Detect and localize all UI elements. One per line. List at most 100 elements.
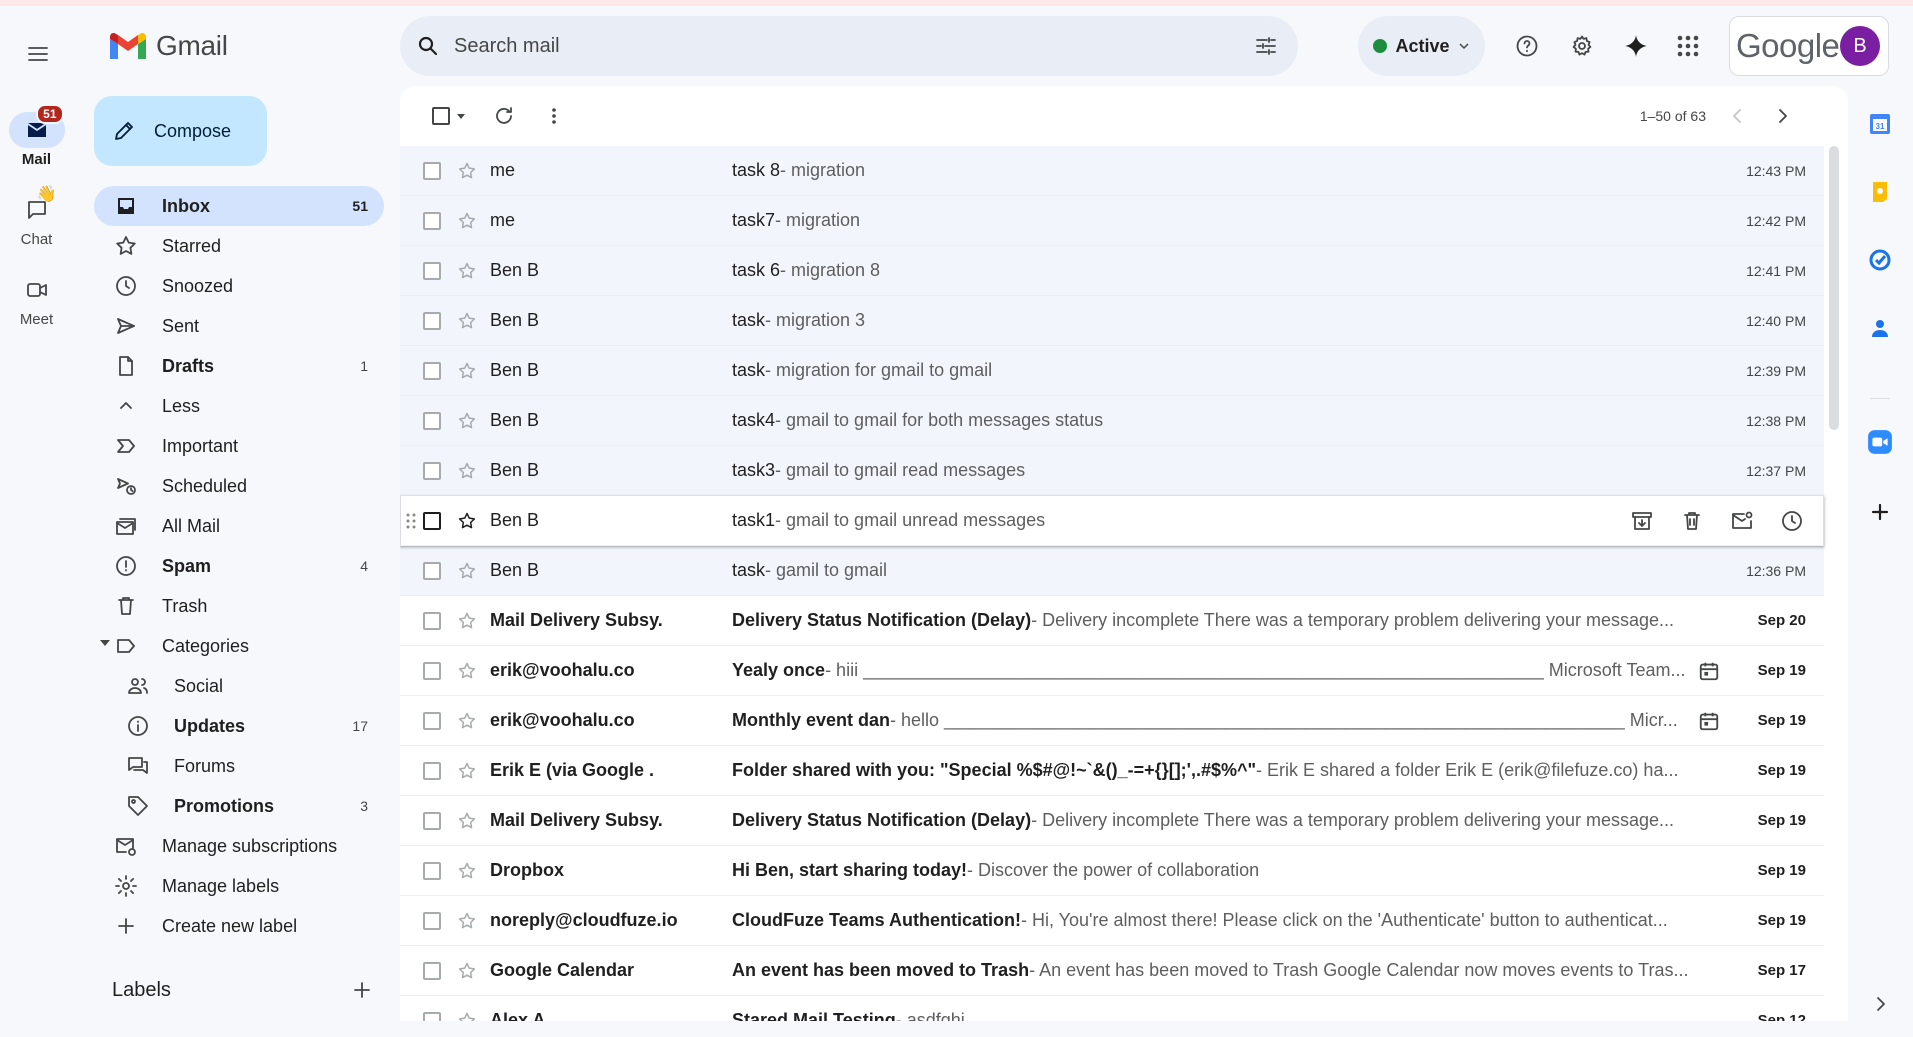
- star-toggle[interactable]: [452, 951, 482, 991]
- email-row[interactable]: noreply@cloudfuze.io CloudFuze Teams Auth…: [400, 896, 1824, 946]
- email-row[interactable]: Ben B task1 - gmail to gmail unread messa…: [400, 496, 1824, 546]
- nav-item-snoozed[interactable]: Snoozed: [94, 266, 384, 306]
- rail-mail[interactable]: 51 Mail: [0, 104, 73, 168]
- star-toggle[interactable]: [452, 201, 482, 241]
- delete-button[interactable]: [1672, 501, 1712, 541]
- star-toggle[interactable]: [452, 651, 482, 691]
- get-addons-button[interactable]: [1856, 488, 1904, 536]
- settings-button[interactable]: [1562, 26, 1602, 66]
- refresh-button[interactable]: [484, 96, 524, 136]
- nav-item-sent[interactable]: Sent: [94, 306, 384, 346]
- search-options-icon[interactable]: [1254, 34, 1278, 58]
- support-button[interactable]: [1507, 26, 1547, 66]
- star-toggle[interactable]: [452, 351, 482, 391]
- star-toggle[interactable]: [452, 851, 482, 891]
- nav-item-starred[interactable]: Starred: [94, 226, 384, 266]
- star-toggle[interactable]: [452, 751, 482, 791]
- email-row[interactable]: Alex A Stared Mail Testing - asdfghj Sep 1…: [400, 996, 1824, 1021]
- email-row[interactable]: me task 8 - migration 12:43 PM: [400, 146, 1824, 196]
- nav-item-forums[interactable]: Forums: [94, 746, 384, 786]
- star-toggle[interactable]: [452, 1001, 482, 1021]
- row-checkbox[interactable]: [412, 301, 452, 341]
- gmail-logo[interactable]: Gmail: [108, 30, 228, 62]
- star-toggle[interactable]: [452, 601, 482, 641]
- nav-item-less[interactable]: Less: [94, 386, 384, 426]
- hide-side-panel-button[interactable]: [1856, 980, 1904, 1028]
- nav-item-inbox[interactable]: Inbox 51: [94, 186, 384, 226]
- row-checkbox[interactable]: [412, 351, 452, 391]
- scrollbar[interactable]: [1828, 146, 1840, 1021]
- row-checkbox[interactable]: [412, 701, 452, 741]
- search-input[interactable]: [454, 34, 1254, 58]
- nav-item-social[interactable]: Social: [94, 666, 384, 706]
- more-options-button[interactable]: [534, 96, 574, 136]
- nav-item-trash[interactable]: Trash: [94, 586, 384, 626]
- gemini-button[interactable]: [1616, 26, 1656, 66]
- chevron-right-icon[interactable]: [1770, 104, 1794, 128]
- nav-item-all-mail[interactable]: All Mail: [94, 506, 384, 546]
- row-checkbox[interactable]: [412, 451, 452, 491]
- email-row[interactable]: Ben B task - gamil to gmail 12:36 PM: [400, 546, 1824, 596]
- nav-item-spam[interactable]: Spam 4: [94, 546, 384, 586]
- nav-item-manage-subscriptions[interactable]: Manage subscriptions: [94, 826, 384, 866]
- drag-handle-icon[interactable]: [406, 513, 416, 529]
- row-checkbox[interactable]: [412, 251, 452, 291]
- row-checkbox[interactable]: [412, 651, 452, 691]
- main-menu-button[interactable]: [18, 34, 58, 74]
- star-toggle[interactable]: [452, 551, 482, 591]
- star-toggle[interactable]: [452, 701, 482, 741]
- snooze-button[interactable]: [1772, 501, 1812, 541]
- rail-chat[interactable]: 👋 Chat: [0, 186, 73, 248]
- star-toggle[interactable]: [452, 451, 482, 491]
- row-checkbox[interactable]: [412, 901, 452, 941]
- star-toggle[interactable]: [452, 151, 482, 191]
- email-row[interactable]: Mail Delivery Subsy. Delivery Status Noti…: [400, 596, 1824, 646]
- calendar-invite-button[interactable]: [1694, 660, 1724, 682]
- email-row[interactable]: me task7 - migration 12:42 PM: [400, 196, 1824, 246]
- keep-app-button[interactable]: [1856, 168, 1904, 216]
- star-toggle[interactable]: [452, 401, 482, 441]
- row-checkbox[interactable]: [412, 201, 452, 241]
- email-row[interactable]: erik@voohalu.co Monthly event dan - hello…: [400, 696, 1824, 746]
- row-checkbox[interactable]: [412, 151, 452, 191]
- row-checkbox[interactable]: [412, 1001, 452, 1021]
- calendar-invite-button[interactable]: [1694, 710, 1724, 732]
- select-all-checkbox[interactable]: [422, 96, 476, 136]
- compose-button[interactable]: Compose: [94, 96, 267, 166]
- add-label-button[interactable]: [350, 978, 374, 1002]
- mark-unread-button[interactable]: [1722, 501, 1762, 541]
- email-row[interactable]: Mail Delivery Subsy. Delivery Status Noti…: [400, 796, 1824, 846]
- email-row[interactable]: Erik E (via Google . Folder shared with y…: [400, 746, 1824, 796]
- email-row[interactable]: Dropbox Hi Ben, start sharing today! - Di…: [400, 846, 1824, 896]
- row-checkbox[interactable]: [412, 401, 452, 441]
- archive-button[interactable]: [1622, 501, 1662, 541]
- nav-item-categories[interactable]: Categories: [94, 626, 384, 666]
- email-row[interactable]: Ben B task 6 - migration 8 12:41 PM: [400, 246, 1824, 296]
- zoom-app-button[interactable]: [1856, 418, 1904, 466]
- tasks-app-button[interactable]: [1856, 236, 1904, 284]
- nav-item-create-label[interactable]: Create new label: [94, 906, 384, 946]
- calendar-app-button[interactable]: 31: [1856, 100, 1904, 148]
- star-toggle[interactable]: [452, 251, 482, 291]
- scrollbar-thumb[interactable]: [1829, 146, 1839, 430]
- row-checkbox[interactable]: [412, 801, 452, 841]
- chevron-left-icon[interactable]: [1726, 104, 1750, 128]
- status-dropdown[interactable]: Active: [1358, 16, 1485, 76]
- nav-item-scheduled[interactable]: Scheduled: [94, 466, 384, 506]
- star-toggle[interactable]: [452, 901, 482, 941]
- row-checkbox[interactable]: [412, 501, 452, 541]
- star-toggle[interactable]: [452, 501, 482, 541]
- star-toggle[interactable]: [452, 801, 482, 841]
- nav-item-updates[interactable]: Updates 17: [94, 706, 384, 746]
- row-checkbox[interactable]: [412, 751, 452, 791]
- email-row[interactable]: Ben B task - migration 3 12:40 PM: [400, 296, 1824, 346]
- email-row[interactable]: Ben B task3 - gmail to gmail read message…: [400, 446, 1824, 496]
- nav-item-important[interactable]: Important: [94, 426, 384, 466]
- nav-item-manage-labels[interactable]: Manage labels: [94, 866, 384, 906]
- email-row[interactable]: Ben B task - migration for gmail to gmail…: [400, 346, 1824, 396]
- rail-meet[interactable]: Meet: [0, 272, 73, 328]
- row-checkbox[interactable]: [412, 601, 452, 641]
- nav-item-drafts[interactable]: Drafts 1: [94, 346, 384, 386]
- search-icon[interactable]: [416, 34, 440, 58]
- email-row[interactable]: Ben B task4 - gmail to gmail for both mes…: [400, 396, 1824, 446]
